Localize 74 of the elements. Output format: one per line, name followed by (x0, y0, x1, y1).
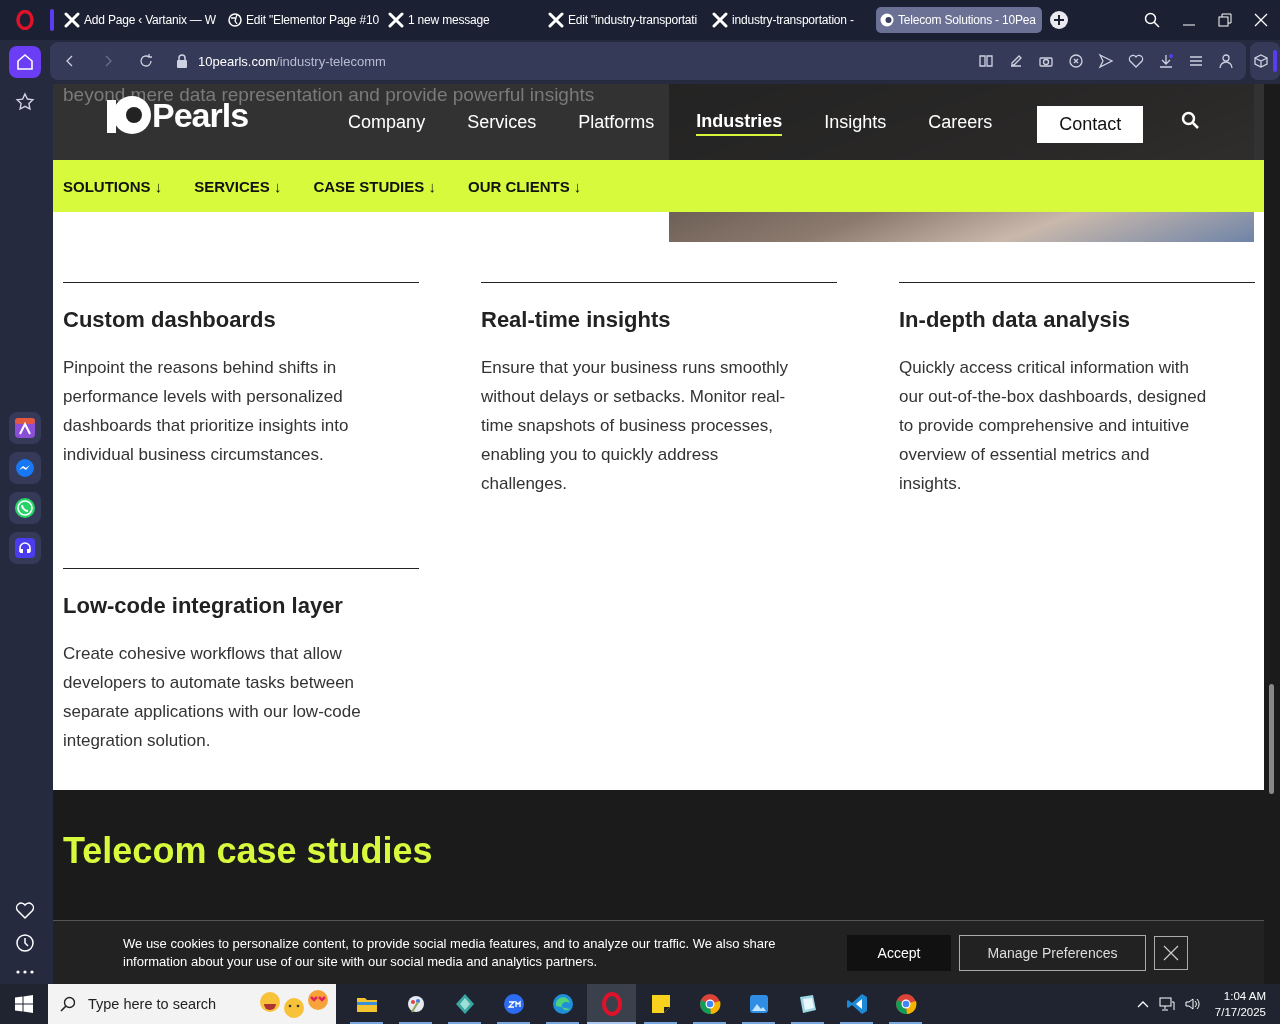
x-logo-icon (712, 12, 728, 28)
home-icon[interactable] (16, 53, 34, 71)
clock-icon[interactable] (16, 934, 34, 952)
profile-icon[interactable] (1218, 53, 1234, 69)
circle-logo-icon (880, 13, 894, 27)
nav-link[interactable]: Insights (824, 112, 887, 135)
search-icon (60, 996, 76, 1012)
x-logo-icon (64, 12, 80, 28)
opera-icon[interactable] (587, 984, 636, 1024)
clock-time[interactable]: 1:04 AM (1223, 988, 1266, 1004)
reload-icon[interactable] (138, 53, 154, 69)
headphones-icon[interactable] (9, 532, 41, 564)
taskbar-search-field[interactable]: Type here to search (48, 984, 336, 1024)
emoji-icon[interactable] (258, 987, 330, 1021)
opera-logo-icon[interactable] (16, 10, 34, 30)
feature-text: Ensure that your business runs smoothly without delays or setbacks. Monitor real-time snapshots of business processes, enabling you to quickly address challenges. (481, 357, 790, 495)
cube-icon[interactable] (1253, 53, 1269, 69)
whatsapp-icon[interactable] (9, 492, 41, 524)
subnav-link[interactable]: SOLUTIONS ↓ (63, 177, 163, 195)
address-field[interactable]: 10pearls.com/industry-telecomm (198, 53, 386, 69)
subnav-link[interactable]: CASE STUDIES ↓ (313, 177, 436, 195)
x-logo-icon (548, 12, 564, 28)
nav-link[interactable]: Services (467, 112, 537, 135)
lock-icon (176, 54, 188, 68)
edit-icon[interactable] (1008, 53, 1024, 69)
send-icon[interactable] (1098, 53, 1114, 69)
nav-link[interactable]: Careers (928, 112, 993, 135)
browser-tab[interactable]: 1 new message (384, 7, 544, 33)
feature-title: Real-time insights (481, 307, 672, 333)
close-icon[interactable] (1163, 944, 1179, 961)
new-tab-icon[interactable] (1050, 11, 1068, 29)
accept-button[interactable]: Accept (847, 934, 951, 971)
section-heading: Telecom case studies (63, 830, 434, 872)
feature-text: Create cohesive workflows that allow developers to automate tasks between separate applications with our low-code integration solution. (63, 642, 362, 752)
heart-icon[interactable] (1128, 53, 1144, 69)
windows-start-icon[interactable] (15, 995, 33, 1013)
restore-icon[interactable] (1218, 13, 1232, 27)
menu-icon[interactable] (1188, 53, 1204, 69)
manage-preferences-button[interactable]: Manage Preferences (959, 934, 1146, 971)
feature-text: Quickly access critical information with our out-of-the-box dashboards, designed to provide comprehensive and intuitive overview of essential metrics and insights. (899, 357, 1208, 495)
home-button[interactable] (9, 46, 41, 78)
browser-tab[interactable]: Add Page ‹ Vartanix — W (60, 7, 224, 33)
feature-text: Pinpoint the reasons behind shifts in performance levels with personalized dashboards that prioritize insights into individual business circumstances. (63, 357, 350, 466)
x-logo-icon (388, 12, 404, 28)
app-icon[interactable] (9, 412, 41, 444)
feature-title: Low-code integration layer (63, 592, 344, 619)
shield-icon[interactable] (1068, 53, 1084, 69)
cookie-notice-text: We use cookies to personalize content, to provide social media features, and to analyze our traffic. We also share information about your use of our site with our social media and analytics partners. (123, 934, 777, 971)
close-button[interactable] (1154, 935, 1188, 970)
chevron-up-icon[interactable] (1136, 1000, 1149, 1008)
more-icon[interactable] (16, 970, 34, 974)
globe-icon (228, 13, 242, 27)
contact-button[interactable]: Contact (1037, 106, 1144, 143)
clock-date[interactable]: 7/17/2025 (1214, 1004, 1266, 1020)
book-icon[interactable] (978, 53, 994, 69)
scrollbar[interactable] (1264, 84, 1280, 984)
browser-tab[interactable]: Edit "industry-transportati (544, 7, 708, 33)
star-icon[interactable] (15, 92, 35, 112)
feature-title: Custom dashboards (63, 307, 277, 333)
nav-link[interactable]: Company (348, 112, 426, 135)
search-icon[interactable] (1181, 110, 1200, 129)
speaker-icon[interactable] (1184, 997, 1201, 1011)
nav-link[interactable]: Industries (696, 111, 783, 136)
subnav-link[interactable]: OUR CLIENTS ↓ (467, 177, 582, 195)
nav-link[interactable]: Platforms (578, 112, 655, 135)
subnav-link[interactable]: SERVICES ↓ (194, 177, 282, 195)
network-icon[interactable] (1158, 997, 1175, 1011)
browser-tab[interactable]: industry-transportation - (708, 7, 876, 33)
search-icon[interactable] (1144, 12, 1160, 28)
browser-tab[interactable]: Telecom Solutions - 10Pea (876, 7, 1042, 33)
messenger-icon[interactable] (9, 452, 41, 484)
feature-title: In-depth data analysis (899, 307, 1132, 333)
browser-tab[interactable]: Edit "Elementor Page #10 (224, 7, 384, 33)
download-icon[interactable] (1158, 53, 1174, 69)
